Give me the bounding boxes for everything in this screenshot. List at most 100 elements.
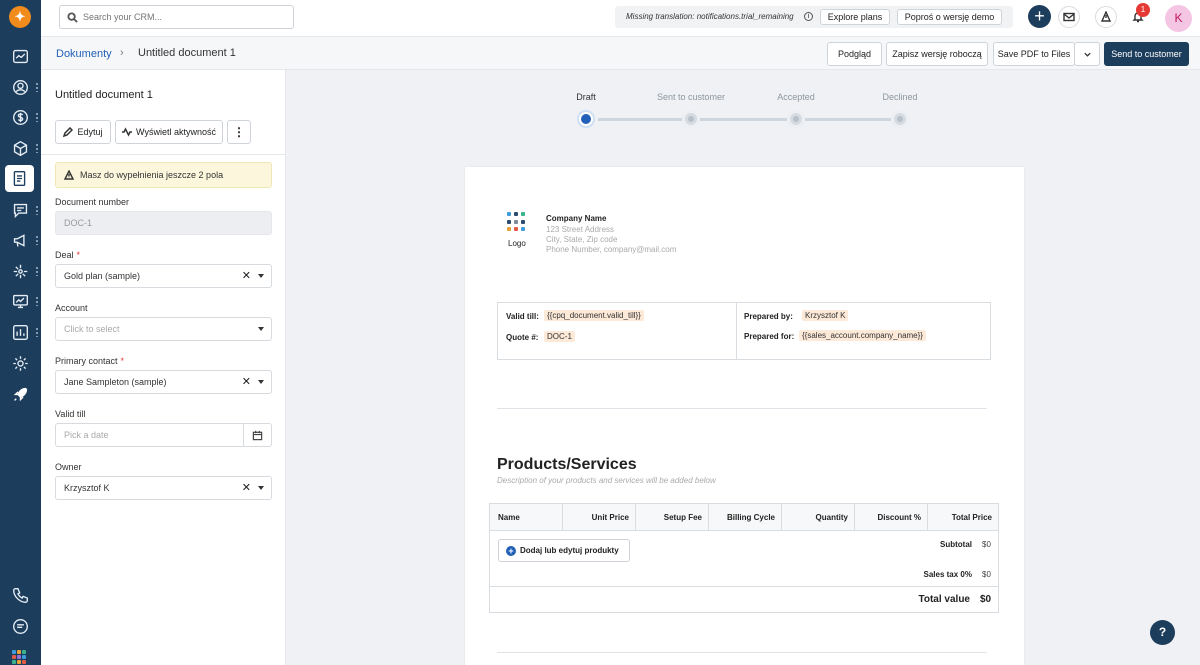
products-menu-dots[interactable] (36, 143, 38, 153)
clear-icon[interactable]: ✕ (242, 371, 251, 393)
sales-tax-label: Sales tax 0% (923, 570, 972, 579)
total-label: Total value (918, 594, 971, 605)
rocket-icon[interactable] (9, 383, 31, 405)
column-header: Setup Fee (636, 504, 709, 531)
total-value: $0 (980, 594, 992, 605)
reports-menu-dots[interactable] (36, 327, 38, 337)
city-line: City, State, Zip code (546, 235, 618, 244)
quote-info-box: Valid till: {{cpq_document.valid_till}} … (497, 302, 991, 360)
campaigns-icon[interactable] (9, 229, 31, 251)
analytics-icon[interactable] (9, 290, 31, 312)
view-activity-button[interactable]: Wyświetl aktywność (115, 120, 223, 144)
valid-till-datepicker[interactable]: Pick a date (55, 423, 272, 447)
deal-select[interactable]: Gold plan (sample) ✕ (55, 264, 272, 288)
logo-text: Logo (508, 239, 526, 248)
save-draft-button[interactable]: Zapisz wersję roboczą (886, 42, 988, 66)
caret-down-icon[interactable] (258, 274, 264, 278)
edit-button[interactable]: Edytuj (55, 120, 111, 144)
campaigns-menu-dots[interactable] (36, 235, 38, 245)
deal-label: Deal * (55, 250, 80, 260)
document-page: Logo Company Name 123 Street Address Cit… (465, 167, 1024, 665)
save-pdf-button[interactable]: Save PDF to Files (993, 42, 1075, 66)
global-search[interactable] (59, 5, 294, 29)
save-pdf-dropdown[interactable] (1074, 42, 1100, 66)
warning-icon (64, 170, 74, 180)
address-line: 123 Street Address (546, 225, 615, 234)
automation-menu-dots[interactable] (36, 266, 38, 276)
request-demo-button[interactable]: Poproś o wersję demo (897, 9, 1002, 25)
clear-icon[interactable]: ✕ (242, 477, 251, 499)
logo-dot (507, 227, 511, 232)
apps-grid-icon[interactable] (12, 650, 26, 664)
company-name: Company Name (546, 214, 607, 223)
deals-menu-dots[interactable] (36, 112, 38, 122)
step-draft: Draft (546, 92, 626, 128)
user-avatar[interactable]: K (1165, 5, 1192, 32)
search-input[interactable] (83, 12, 283, 22)
explore-plans-button[interactable]: Explore plans (820, 9, 890, 25)
quick-add-button[interactable]: + (1028, 5, 1051, 28)
contacts-icon[interactable] (9, 76, 31, 98)
step-sent-to-customer: Sent to customer (651, 92, 731, 128)
company-address: 123 Street Address City, State, Zip code… (546, 225, 676, 255)
primary-contact-value: Jane Sampleton (sample) (64, 377, 167, 387)
warning-text: Masz do wypełnienia jeszcze 2 pola (80, 170, 224, 180)
documents-icon[interactable] (5, 165, 34, 192)
deal-value: Gold plan (sample) (64, 271, 141, 281)
column-header: Name (490, 504, 563, 531)
primary-contact-label-text: Primary contact (55, 356, 118, 366)
subtotal-value: $0 (982, 540, 991, 549)
conversations-icon[interactable] (9, 199, 31, 221)
calendar-icon[interactable] (243, 424, 271, 446)
caret-down-icon[interactable] (258, 327, 264, 331)
prepared-for-tag: {{sales_account.company_name}} (799, 330, 926, 341)
status-stepper: Draft Sent to customer Accepted Declined (576, 92, 918, 132)
clear-icon[interactable]: ✕ (242, 265, 251, 287)
logo-dot (521, 212, 525, 216)
add-products-label: Dodaj lub edytuj produkty (520, 546, 619, 555)
pencil-icon (63, 127, 74, 137)
deals-icon[interactable] (9, 106, 31, 128)
logo-dot (514, 227, 518, 232)
caret-down-icon[interactable] (258, 380, 264, 384)
primary-contact-select[interactable]: Jane Sampleton (sample) ✕ (55, 370, 272, 394)
info-icon[interactable]: i (804, 12, 813, 21)
add-products-button[interactable]: + Dodaj lub edytuj produkty (498, 539, 630, 562)
owner-select[interactable]: Krzysztof K ✕ (55, 476, 272, 500)
reports-icon[interactable] (9, 321, 31, 343)
more-options-icon[interactable]: ⋮ (227, 120, 251, 144)
mail-icon[interactable] (1058, 6, 1080, 28)
conversations-menu-dots[interactable] (36, 205, 38, 215)
step-accepted: Accepted (756, 92, 836, 128)
alerts-icon[interactable] (1095, 6, 1117, 28)
valid-till-label: Valid till (55, 409, 86, 419)
deal-label-text: Deal (55, 250, 74, 260)
help-button[interactable]: ? (1150, 620, 1175, 645)
app-logo[interactable]: ✦ (9, 6, 31, 28)
breadcrumb-documents-link[interactable]: Dokumenty (56, 48, 112, 60)
settings-icon[interactable] (9, 352, 31, 374)
account-select[interactable]: Click to select (55, 317, 272, 341)
analytics-menu-dots[interactable] (36, 296, 38, 306)
send-to-customer-button[interactable]: Send to customer (1104, 42, 1189, 66)
account-label: Account (55, 303, 88, 313)
logo-dot (521, 227, 525, 232)
dashboard-icon[interactable] (9, 45, 31, 67)
products-icon[interactable] (9, 137, 31, 159)
info-divider (736, 303, 737, 359)
caret-down-icon[interactable] (258, 486, 264, 490)
phone-icon[interactable] (9, 584, 31, 606)
quote-number-label: Quote #: (506, 333, 539, 342)
column-header: Total Price (928, 504, 998, 531)
column-header: Unit Price (563, 504, 636, 531)
valid-till-placeholder-tag: {{cpq_document.valid_till}} (544, 310, 644, 321)
total-row: Total value $0 (490, 586, 998, 612)
contacts-menu-dots[interactable] (36, 82, 38, 92)
step-label: Accepted (777, 92, 815, 102)
sales-tax-value: $0 (982, 570, 991, 579)
automation-icon[interactable] (9, 260, 31, 282)
preview-button[interactable]: Podgląd (827, 42, 882, 66)
step-label: Draft (576, 92, 596, 102)
chat-icon[interactable] (9, 615, 31, 637)
section-divider (497, 408, 987, 409)
